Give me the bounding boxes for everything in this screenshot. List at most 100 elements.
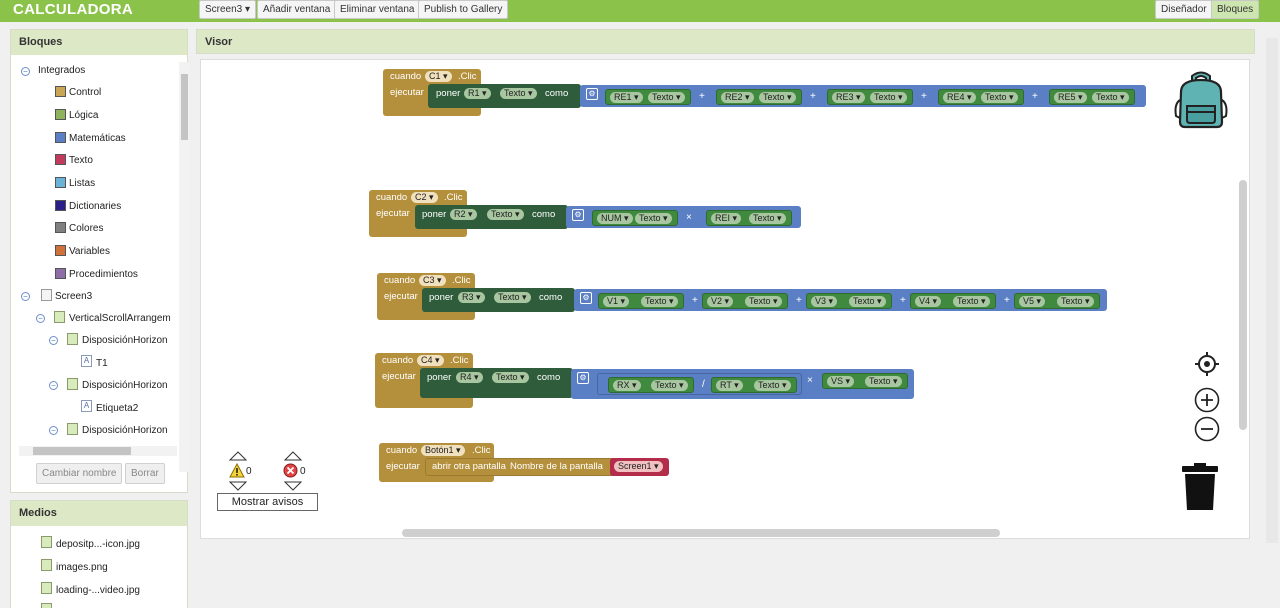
- media-item[interactable]: loading-...video.jpg: [56, 583, 140, 599]
- tree-item-builtin[interactable]: Integrados: [38, 62, 85, 80]
- component-dropdown[interactable]: C2 ▾: [411, 192, 438, 203]
- component-dropdown[interactable]: REI ▾: [711, 213, 742, 224]
- tree-item-t1[interactable]: T1: [96, 355, 108, 373]
- component-dropdown[interactable]: C1 ▾: [425, 71, 452, 82]
- property-dropdown[interactable]: Texto ▾: [870, 92, 907, 103]
- backpack-icon[interactable]: [1172, 70, 1230, 130]
- property-dropdown[interactable]: Texto ▾: [1092, 92, 1129, 103]
- remove-window-button[interactable]: Eliminar ventana: [334, 0, 421, 19]
- component-dropdown[interactable]: V3 ▾: [811, 296, 838, 307]
- property-dropdown[interactable]: Texto ▾: [1057, 296, 1094, 307]
- target-dropdown[interactable]: R2 ▾: [450, 209, 477, 220]
- workspace-vertical-scrollbar[interactable]: [1239, 180, 1247, 430]
- property-dropdown[interactable]: Texto ▾: [641, 296, 678, 307]
- operand-getter[interactable]: V4 ▾ Texto ▾: [910, 293, 996, 309]
- component-dropdown[interactable]: V4 ▾: [915, 296, 942, 307]
- page-scrollbar[interactable]: [1266, 38, 1278, 543]
- operand-getter[interactable]: RX ▾ Texto ▾: [608, 377, 694, 393]
- operand-getter[interactable]: NUM ▾ Texto ▾: [592, 210, 678, 226]
- property-dropdown[interactable]: Texto ▾: [651, 380, 688, 391]
- component-dropdown[interactable]: RE3 ▾: [832, 92, 865, 103]
- category-logic[interactable]: Lógica: [69, 107, 98, 125]
- operand-getter[interactable]: RE1 ▾ Texto ▾: [605, 89, 691, 105]
- blocks-button[interactable]: Bloques: [1211, 0, 1260, 19]
- screen-select[interactable]: Screen3 ▾: [199, 0, 257, 19]
- component-dropdown[interactable]: V2 ▾: [707, 296, 734, 307]
- tree-horizontal-scrollbar[interactable]: [19, 446, 177, 456]
- collapse-toggle[interactable]: −: [21, 292, 30, 301]
- property-dropdown[interactable]: Texto ▾: [494, 292, 531, 303]
- error-next-arrow[interactable]: [283, 481, 303, 491]
- collapse-toggle[interactable]: −: [49, 426, 58, 435]
- gear-icon[interactable]: ⚙: [577, 372, 589, 384]
- category-text[interactable]: Texto: [69, 152, 93, 170]
- media-item[interactable]: depositp...-icon.jpg: [56, 537, 140, 553]
- publish-button[interactable]: Publish to Gallery: [418, 0, 509, 19]
- category-procedures[interactable]: Procedimientos: [69, 266, 138, 284]
- component-dropdown[interactable]: RE1 ▾: [610, 92, 643, 103]
- gear-icon[interactable]: ⚙: [572, 209, 584, 221]
- collapse-toggle[interactable]: −: [49, 381, 58, 390]
- property-dropdown[interactable]: Texto ▾: [981, 92, 1018, 103]
- target-dropdown[interactable]: R4 ▾: [456, 372, 483, 383]
- property-dropdown[interactable]: Texto ▾: [635, 213, 672, 224]
- rename-button[interactable]: Cambiar nombre: [36, 463, 123, 484]
- operand-getter[interactable]: V3 ▾ Texto ▾: [806, 293, 892, 309]
- property-dropdown[interactable]: Texto ▾: [648, 92, 685, 103]
- zoom-out-icon[interactable]: [1194, 416, 1220, 442]
- tree-item-horizontal-1[interactable]: DisposiciónHorizon: [82, 332, 168, 350]
- property-dropdown[interactable]: Texto ▾: [953, 296, 990, 307]
- delete-button[interactable]: Borrar: [125, 463, 165, 484]
- add-window-button[interactable]: Añadir ventana: [257, 0, 337, 19]
- gear-icon[interactable]: ⚙: [586, 88, 598, 100]
- collapse-toggle[interactable]: −: [36, 314, 45, 323]
- operand-getter[interactable]: RE3 ▾ Texto ▾: [827, 89, 913, 105]
- property-dropdown[interactable]: Texto ▾: [749, 213, 786, 224]
- warning-next-arrow[interactable]: [228, 481, 248, 491]
- zoom-in-icon[interactable]: [1194, 387, 1220, 413]
- operand-getter[interactable]: V5 ▾ Texto ▾: [1014, 293, 1100, 309]
- category-variables[interactable]: Variables: [69, 243, 110, 261]
- operand-getter[interactable]: RE2 ▾ Texto ▾: [716, 89, 802, 105]
- category-lists[interactable]: Listas: [69, 175, 95, 193]
- operand-getter[interactable]: REI ▾ Texto ▾: [706, 210, 792, 226]
- category-control[interactable]: Control: [69, 84, 101, 102]
- collapse-toggle[interactable]: −: [49, 336, 58, 345]
- category-math[interactable]: Matemáticas: [69, 130, 126, 148]
- show-warnings-button[interactable]: Mostrar avisos: [217, 493, 318, 511]
- property-dropdown[interactable]: Texto ▾: [492, 372, 529, 383]
- media-item[interactable]: images.png: [56, 560, 108, 576]
- operand-getter[interactable]: RE4 ▾ Texto ▾: [938, 89, 1024, 105]
- tree-item-horizontal-3[interactable]: DisposiciónHorizon: [82, 422, 168, 440]
- component-dropdown[interactable]: C4 ▾: [417, 355, 444, 366]
- property-dropdown[interactable]: Texto ▾: [754, 380, 791, 391]
- tree-item-screen3[interactable]: Screen3: [55, 288, 92, 306]
- target-dropdown[interactable]: R3 ▾: [458, 292, 485, 303]
- operand-getter[interactable]: V2 ▾ Texto ▾: [702, 293, 788, 309]
- tree-vertical-scrollbar[interactable]: [179, 62, 189, 472]
- property-dropdown[interactable]: Texto ▾: [500, 88, 537, 99]
- component-dropdown[interactable]: RE2 ▾: [721, 92, 754, 103]
- center-target-icon[interactable]: [1194, 351, 1220, 377]
- component-dropdown[interactable]: V1 ▾: [603, 296, 630, 307]
- component-dropdown[interactable]: NUM ▾: [597, 213, 633, 224]
- operand-getter[interactable]: RE5 ▾ Texto ▾: [1049, 89, 1135, 105]
- property-dropdown[interactable]: Texto ▾: [745, 296, 782, 307]
- property-dropdown[interactable]: Texto ▾: [487, 209, 524, 220]
- designer-button[interactable]: Diseñador: [1155, 0, 1213, 19]
- component-dropdown[interactable]: C3 ▾: [419, 275, 446, 286]
- screen-dropdown[interactable]: Screen1 ▾: [614, 461, 663, 472]
- component-dropdown[interactable]: RE4 ▾: [943, 92, 976, 103]
- component-dropdown[interactable]: VS ▾: [827, 376, 855, 387]
- property-dropdown[interactable]: Texto ▾: [865, 376, 902, 387]
- collapse-toggle[interactable]: −: [21, 67, 30, 76]
- component-dropdown[interactable]: RX ▾: [613, 380, 641, 391]
- property-dropdown[interactable]: Texto ▾: [759, 92, 796, 103]
- component-dropdown[interactable]: V5 ▾: [1019, 296, 1046, 307]
- workspace-horizontal-scrollbar[interactable]: [402, 529, 1000, 537]
- error-prev-arrow[interactable]: [283, 451, 303, 461]
- target-dropdown[interactable]: R1 ▾: [464, 88, 491, 99]
- property-dropdown[interactable]: Texto ▾: [849, 296, 886, 307]
- component-dropdown[interactable]: RE5 ▾: [1054, 92, 1087, 103]
- gear-icon[interactable]: ⚙: [580, 292, 592, 304]
